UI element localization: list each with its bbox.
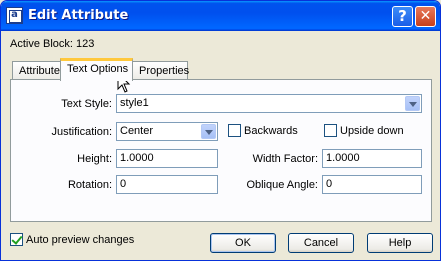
upside-down-label[interactable]: Upside down [340,125,404,137]
auto-preview-checkbox[interactable] [10,233,23,246]
app-icon-glyph: a [11,9,18,20]
height-label: Height: [77,153,112,165]
upside-down-checkbox[interactable] [324,124,337,137]
oblique-angle-input[interactable]: 0 [322,175,422,194]
chevron-down-icon[interactable] [201,124,216,139]
attribute-app-icon: a [6,7,23,24]
rotation-label: Rotation: [67,179,112,191]
text-style-value: style1 [120,97,149,109]
text-style-select[interactable]: style1 [116,94,422,113]
help-titlebar-button[interactable]: ? [392,6,413,27]
tab-text-options[interactable]: Text Options [60,58,133,81]
justification-value: Center [120,125,154,137]
text-options-panel: Text Style: style1 Justification: Center… [10,79,432,222]
rotation-input[interactable]: 0 [116,175,218,194]
backwards-label[interactable]: Backwards [244,125,298,137]
auto-preview-label[interactable]: Auto preview changes [26,234,134,246]
width-factor-label: Width Factor: [252,153,318,165]
tab-attribute[interactable]: Attribute [12,61,61,80]
width-factor-input[interactable]: 1.0000 [322,149,422,168]
chevron-down-icon[interactable] [405,96,420,111]
help-button[interactable]: Help [367,233,433,253]
window-title: Edit Attribute [28,8,129,23]
cancel-button[interactable]: Cancel [288,233,354,253]
height-input[interactable]: 1.0000 [116,149,218,168]
ok-button[interactable]: OK [210,233,276,253]
edit-attribute-dialog: a Edit Attribute ? ✕ Active Block: 123 A… [0,0,441,261]
text-style-label: Text Style: [61,98,112,110]
backwards-checkbox[interactable] [228,124,241,137]
tab-properties[interactable]: Properties [132,61,189,80]
oblique-angle-label: Oblique Angle: [246,179,318,191]
justification-select[interactable]: Center [116,122,218,141]
active-block-label: Active Block: 123 [10,38,95,50]
justification-label: Justification: [51,126,112,138]
close-button[interactable]: ✕ [415,6,436,27]
title-bar[interactable]: a Edit Attribute ? ✕ [1,1,440,31]
